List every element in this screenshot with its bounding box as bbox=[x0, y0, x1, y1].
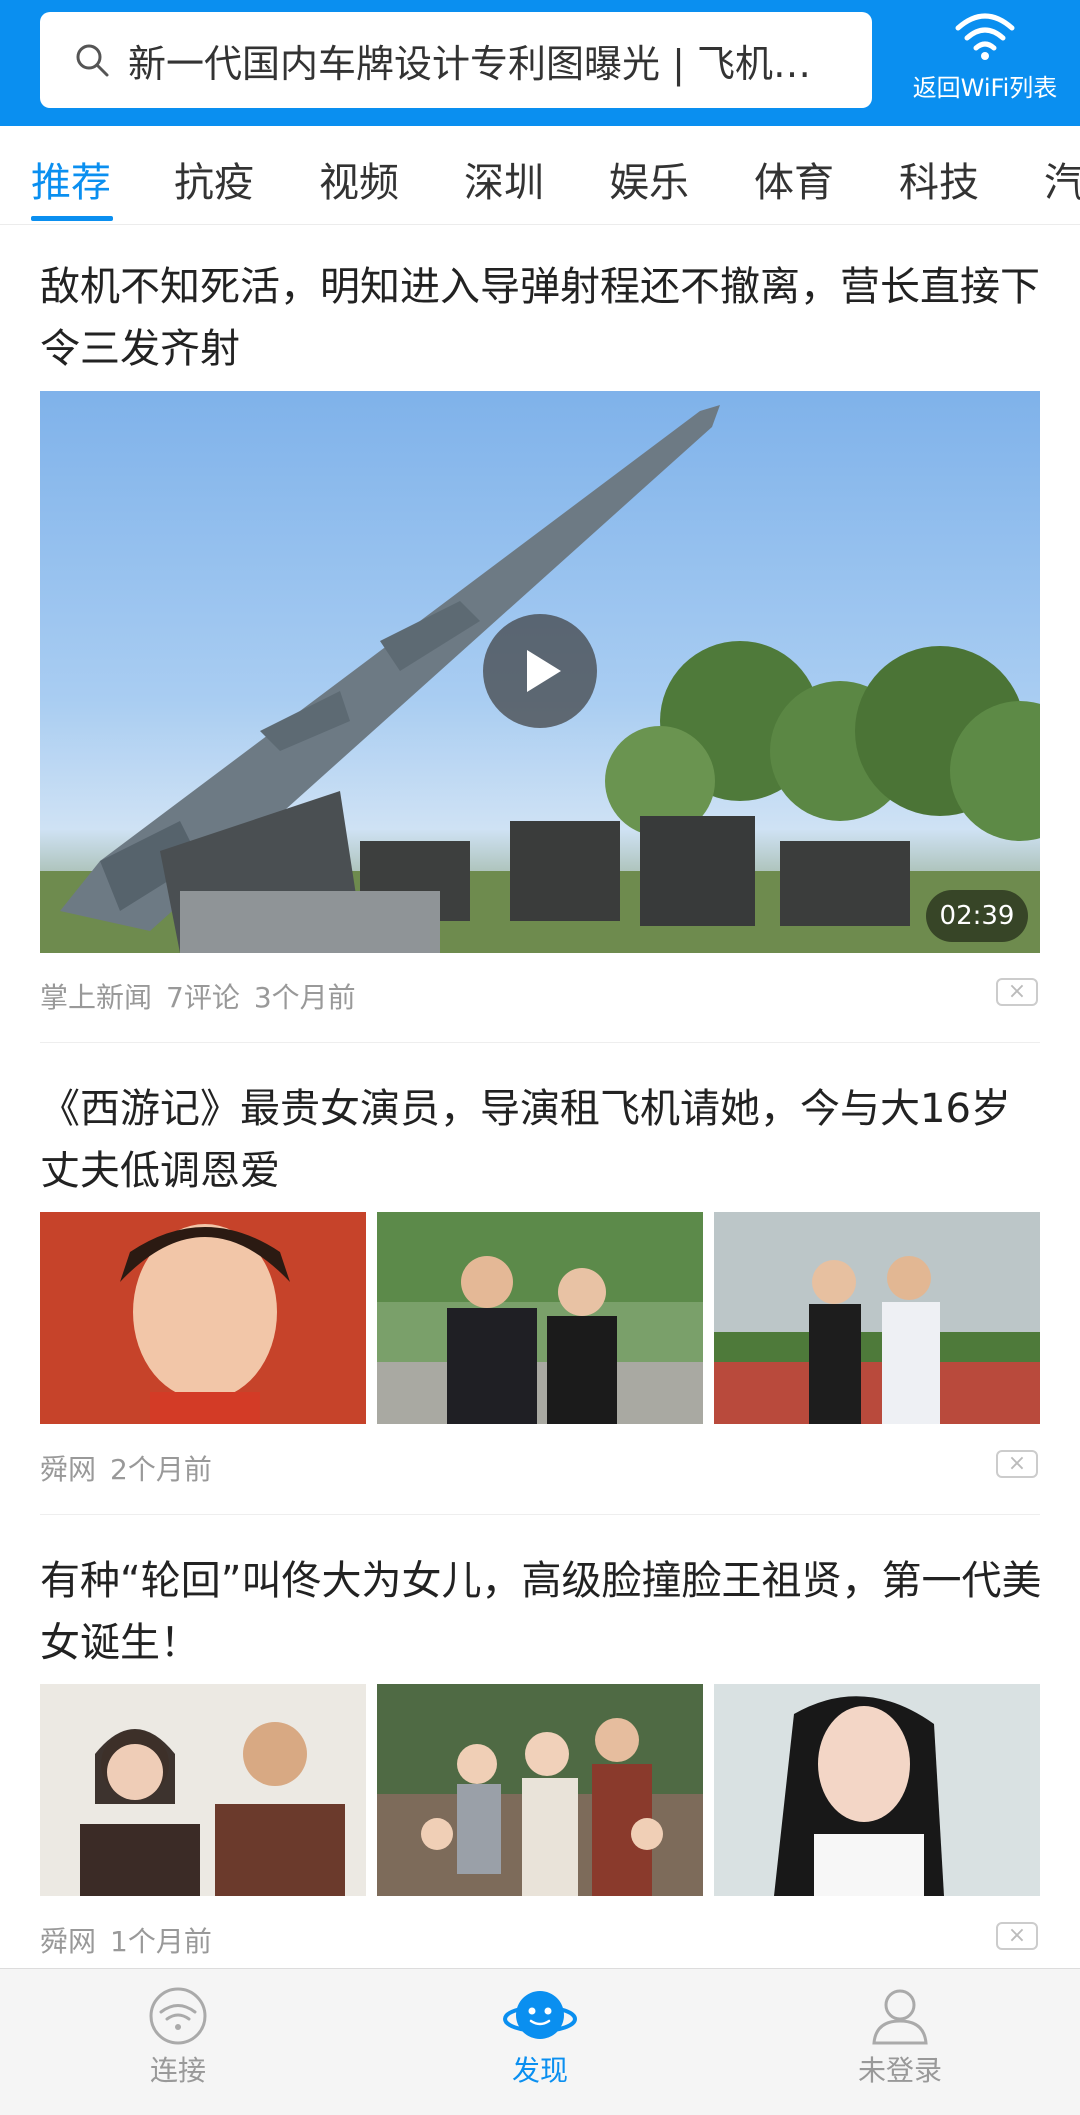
tab-recommend[interactable]: 推荐 bbox=[31, 150, 111, 208]
divider bbox=[40, 1514, 1040, 1515]
back-to-wifi-list-label: 返回WiFi列表 bbox=[912, 74, 1058, 102]
wifi-icon bbox=[955, 13, 1015, 60]
article-image[interactable] bbox=[377, 1684, 703, 1896]
article-comments: 7评论 bbox=[166, 981, 240, 1014]
family-photo-image bbox=[377, 1684, 703, 1896]
video-duration: 02:39 bbox=[926, 890, 1028, 942]
article-source: 舜网 bbox=[40, 1453, 97, 1486]
active-tab-indicator bbox=[31, 216, 113, 221]
actress-portrait-image bbox=[714, 1684, 1040, 1896]
dismiss-button[interactable]: × bbox=[996, 1922, 1038, 1950]
article-meta: 舜网 1个月前 bbox=[40, 1920, 226, 1960]
tab-shenzhen[interactable]: 深圳 bbox=[464, 150, 544, 208]
nav-login-label: 未登录 bbox=[857, 2054, 942, 2087]
article-meta: 舜网 2个月前 bbox=[40, 1448, 226, 1488]
article-image[interactable] bbox=[40, 1684, 366, 1896]
nav-login[interactable]: 未登录 bbox=[800, 1987, 1000, 2089]
dismiss-button[interactable]: × bbox=[996, 978, 1038, 1006]
article-source: 舜网 bbox=[40, 1925, 97, 1958]
search-icon bbox=[76, 44, 109, 77]
article-time: 1个月前 bbox=[110, 1925, 212, 1958]
article-image[interactable] bbox=[714, 1212, 1040, 1424]
couple-photo-image bbox=[377, 1212, 703, 1424]
category-tabs: 推荐 抗疫 视频 深圳 娱乐 体育 科技 汽 bbox=[0, 126, 1080, 225]
article-image[interactable] bbox=[377, 1212, 703, 1424]
tab-auto[interactable]: 汽 bbox=[1044, 150, 1080, 208]
tab-anti-epidemic[interactable]: 抗疫 bbox=[174, 150, 254, 208]
user-icon bbox=[872, 1989, 928, 2045]
article-time: 3个月前 bbox=[253, 981, 356, 1014]
actress-portrait-image bbox=[40, 1212, 366, 1424]
back-to-wifi-list-button[interactable]: 返回WiFi列表 bbox=[890, 10, 1080, 118]
play-icon bbox=[527, 650, 561, 692]
top-bar: 新一代国内车牌设计专利图曝光 | 飞机… 返回WiFi列表 bbox=[0, 0, 1080, 126]
article-time: 2个月前 bbox=[110, 1453, 212, 1486]
nav-connect-label: 连接 bbox=[149, 2054, 206, 2087]
dismiss-button[interactable]: × bbox=[996, 1450, 1038, 1478]
article-source: 掌上新闻 bbox=[40, 981, 153, 1014]
nav-connect[interactable]: 连接 bbox=[78, 1987, 278, 2089]
play-button[interactable] bbox=[483, 614, 597, 728]
article-title[interactable]: 有种“轮回”叫佟大为女儿，高级脸撞脸王祖贤，第一代美女诞生！ bbox=[40, 1550, 1050, 1674]
article-meta: 掌上新闻 7评论 3个月前 bbox=[40, 976, 370, 1016]
couple-outdoor-image bbox=[714, 1212, 1040, 1424]
article-image[interactable] bbox=[714, 1684, 1040, 1896]
nav-discover[interactable]: 发现 bbox=[440, 1987, 640, 2089]
article-title[interactable]: 《西游记》最贵女演员，导演租飞机请她，今与大16岁丈夫低调恩爱 bbox=[40, 1078, 1050, 1202]
tab-video[interactable]: 视频 bbox=[319, 150, 399, 208]
search-query-text: 新一代国内车牌设计专利图曝光 | 飞机… bbox=[128, 41, 811, 86]
divider bbox=[40, 1042, 1040, 1043]
nav-discover-label: 发现 bbox=[511, 2054, 568, 2087]
wifi-icon bbox=[149, 1987, 207, 2045]
tab-sports[interactable]: 体育 bbox=[754, 150, 834, 208]
celebrity-couple-image bbox=[40, 1684, 366, 1896]
article-title[interactable]: 敌机不知死活，明知进入导弹射程还不撤离，营长直接下令三发齐射 bbox=[40, 256, 1050, 380]
article-image[interactable] bbox=[40, 1212, 366, 1424]
planet-icon bbox=[503, 1991, 577, 2039]
search-box[interactable]: 新一代国内车牌设计专利图曝光 | 飞机… bbox=[40, 12, 872, 108]
tab-tech[interactable]: 科技 bbox=[899, 150, 979, 208]
tab-entertainment[interactable]: 娱乐 bbox=[609, 150, 689, 208]
bottom-navigation: 连接 发现 未登录 bbox=[0, 1968, 1080, 2115]
